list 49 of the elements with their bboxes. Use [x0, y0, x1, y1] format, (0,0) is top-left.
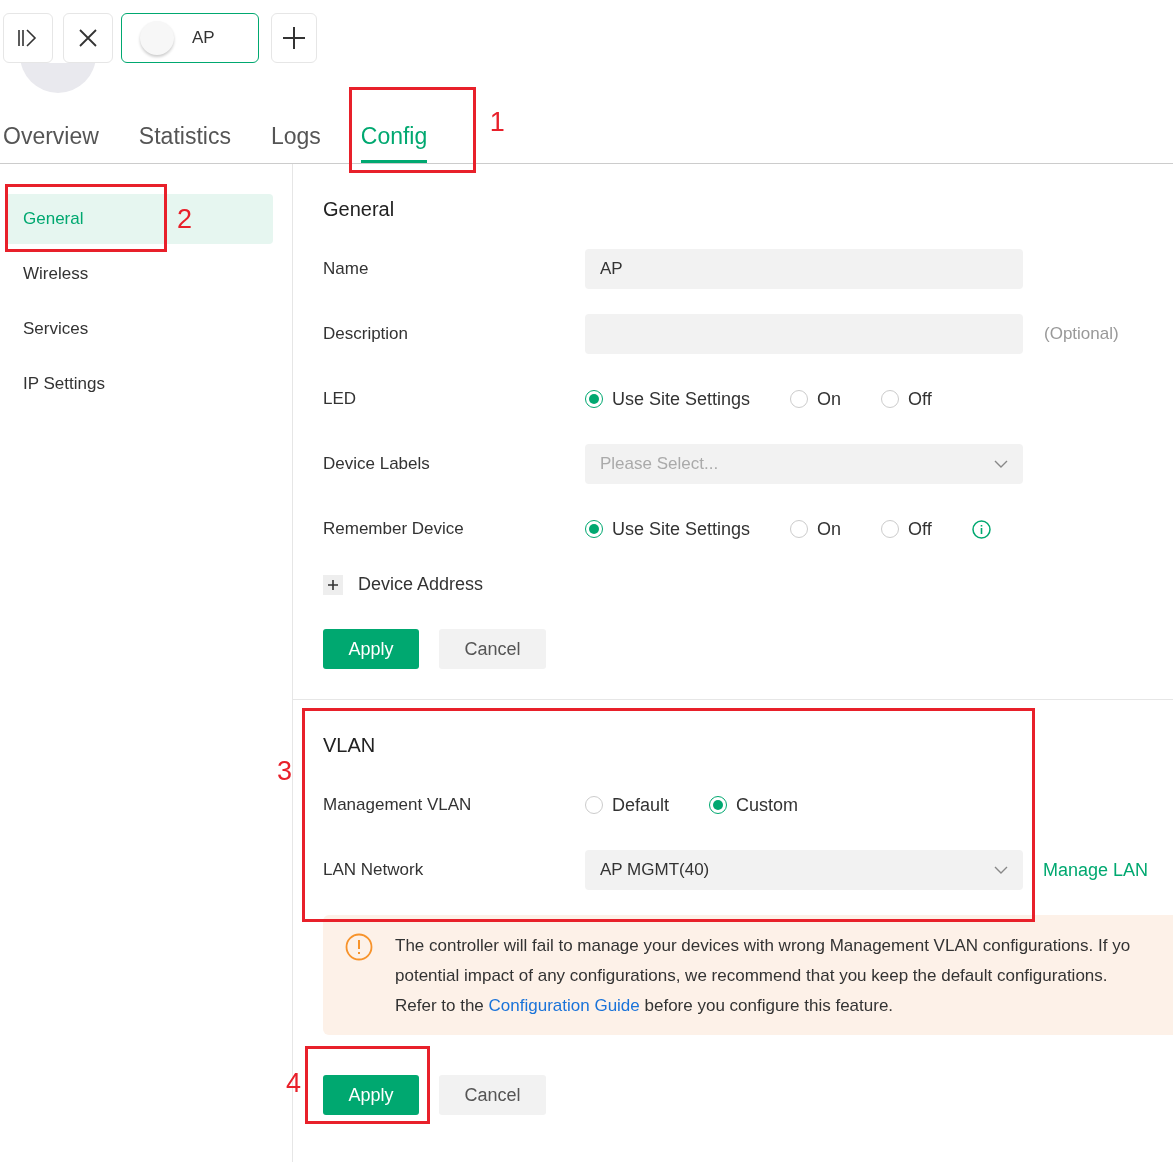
field-label: LED [323, 389, 358, 409]
optional-hint: (Optional) [1044, 324, 1119, 344]
warning-icon [345, 933, 373, 961]
section-title: VLAN [323, 733, 377, 758]
collapse-button[interactable] [3, 13, 53, 63]
annotation-number: 2 [177, 204, 193, 235]
radio-option[interactable]: Off [881, 388, 932, 410]
warning-text: potential impact of any configurations, we recommend that you keep the default configurations. [395, 965, 1109, 987]
collapse-icon [17, 29, 39, 47]
warning-text: Refer to the Configuration Guide before you configure this feature. [395, 995, 895, 1017]
device-tab[interactable]: AP [121, 13, 259, 63]
radio-option[interactable]: Use Site Settings [585, 388, 751, 410]
field-label: Remember Device [323, 519, 465, 539]
chevron-down-icon [994, 460, 1008, 468]
section-title: General [323, 197, 396, 222]
radio-option[interactable]: Default [585, 794, 670, 816]
configuration-guide-link[interactable]: Configuration Guide [488, 996, 640, 1015]
tab[interactable]: Statistics [138, 109, 231, 163]
device-address-expander[interactable]: Device Address [323, 574, 1173, 595]
cancel-button[interactable]: Cancel [439, 629, 546, 669]
cancel-button[interactable]: Cancel [439, 1075, 546, 1115]
sidebar-item[interactable]: Services [5, 304, 273, 354]
add-button[interactable] [271, 13, 317, 63]
radio-option[interactable]: On [790, 388, 842, 410]
device-image [140, 21, 174, 55]
tab[interactable]: Logs [270, 109, 321, 163]
radio-option[interactable]: Custom [709, 794, 799, 816]
field-label: Description [323, 324, 410, 344]
plus-icon [282, 26, 306, 50]
radio-option[interactable]: Use Site Settings [585, 518, 751, 540]
field-label: Device Labels [323, 454, 431, 474]
field-label: LAN Network [323, 860, 425, 880]
radio-option[interactable]: Off [881, 518, 932, 540]
info-icon[interactable] [971, 519, 991, 539]
warning-text: The controller will fail to manage your devices with wrong Management VLAN configurations. If yo [395, 935, 1131, 957]
sidebar-item[interactable]: IP Settings [5, 359, 273, 409]
radio-option[interactable]: On [790, 518, 842, 540]
sidebar-item[interactable]: Wireless [5, 249, 273, 299]
field-label: Management VLAN [323, 795, 473, 815]
field-label: Name [323, 259, 370, 279]
chevron-down-icon [994, 866, 1008, 874]
close-button[interactable] [63, 13, 113, 63]
annotation-number: 4 [286, 1068, 302, 1099]
tab[interactable]: Overview [3, 109, 99, 163]
annotation-number: 3 [277, 756, 293, 787]
annotation-number: 1 [489, 107, 505, 138]
select-field[interactable]: AP MGMT(40) [585, 850, 1023, 890]
close-icon [79, 29, 97, 47]
text-field[interactable]: AP [585, 249, 1023, 289]
